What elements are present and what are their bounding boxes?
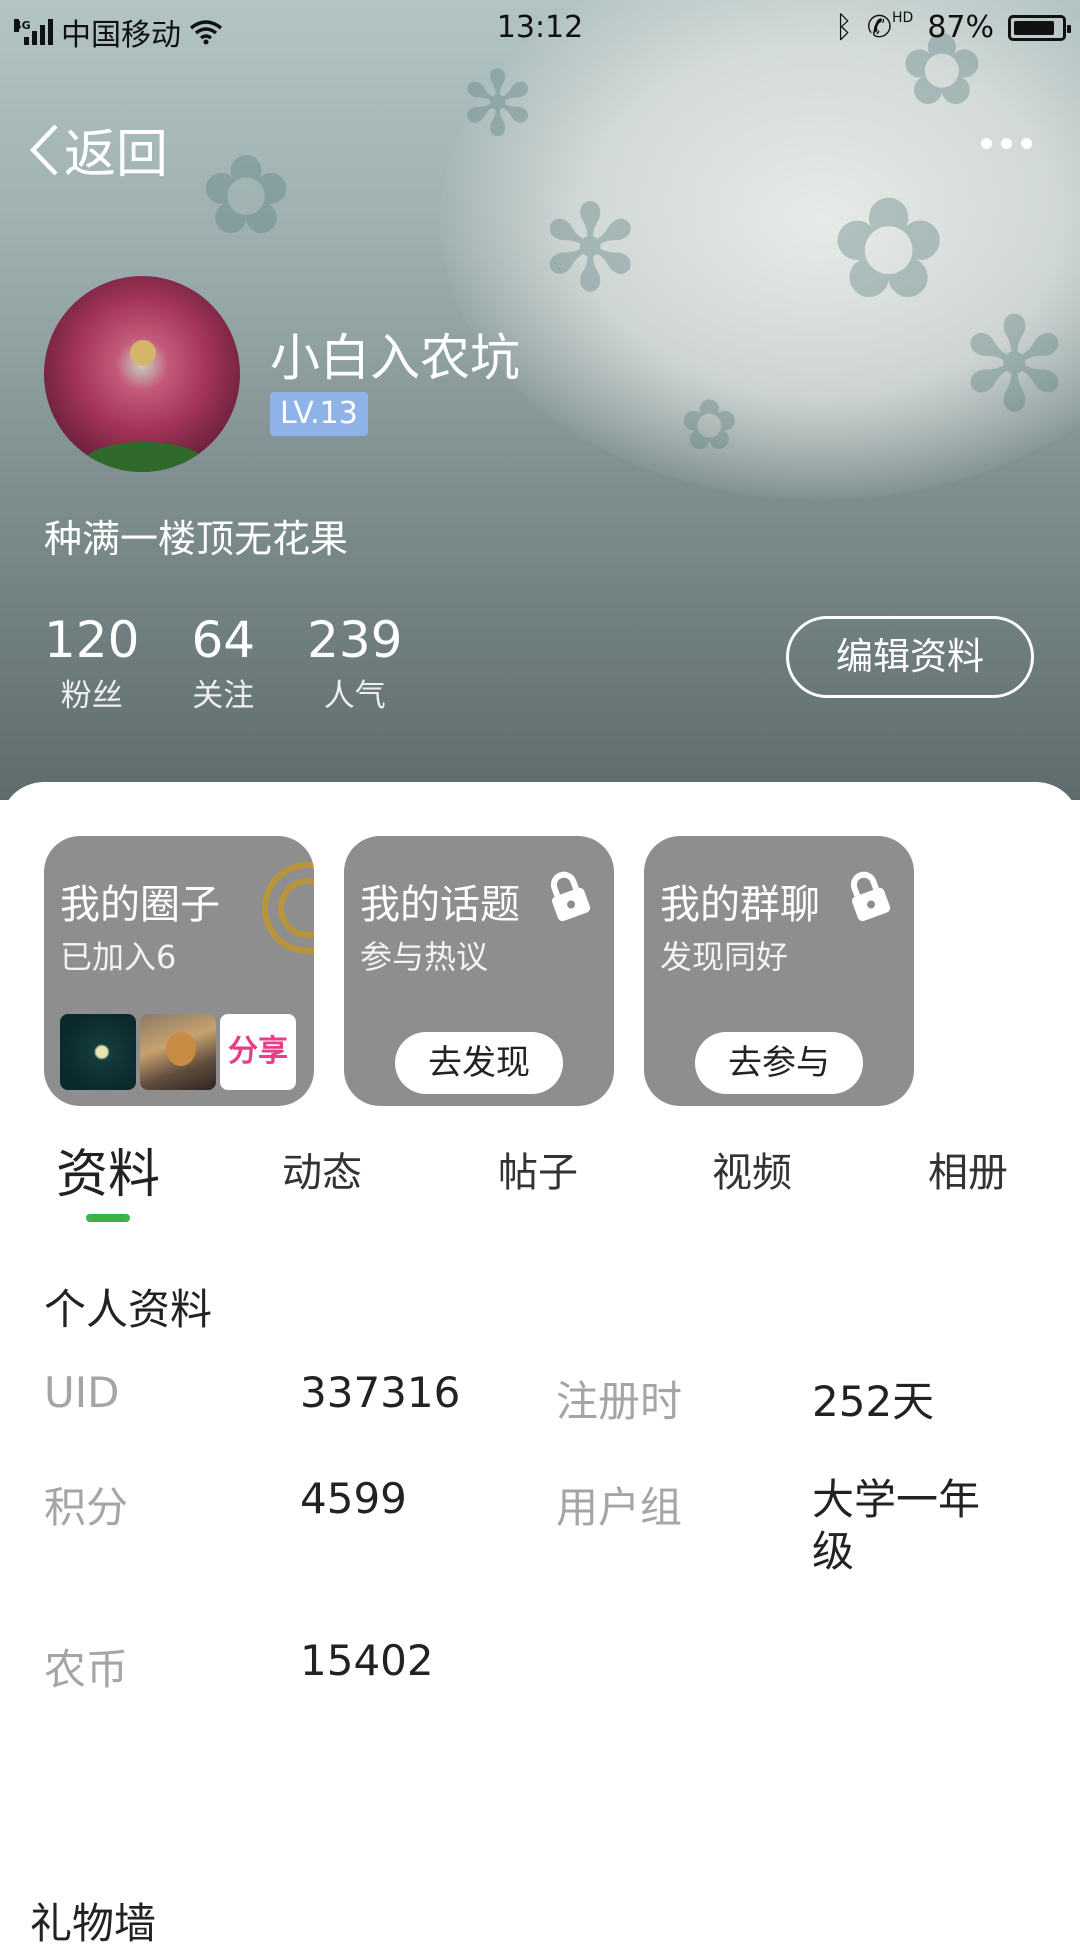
- active-tab-indicator: [86, 1214, 130, 1222]
- flower-pattern-icon: ✻: [460, 52, 536, 157]
- flower-pattern-icon: ✿: [680, 384, 739, 466]
- info-value: 337316: [300, 1368, 461, 1417]
- tab-album[interactable]: 相册: [928, 1140, 1008, 1198]
- circle-thumbnail[interactable]: [140, 1014, 216, 1090]
- stat-number: 120: [44, 611, 140, 669]
- info-label: 积分: [44, 1483, 129, 1532]
- circle-thumbnail[interactable]: [60, 1014, 136, 1090]
- profile-tabs: 资料 动态 帖子 视频 相册: [0, 1140, 1080, 1222]
- card-subtitle: 已加入6: [60, 938, 177, 976]
- back-label: 返回: [64, 125, 169, 185]
- stat-following[interactable]: 64 关注: [191, 612, 255, 715]
- info-value: 252天: [812, 1377, 935, 1426]
- edit-profile-button[interactable]: 编辑资料: [786, 616, 1034, 698]
- lock-icon: [550, 871, 591, 922]
- flower-pattern-icon: ✿: [830, 168, 948, 331]
- circle-thumbnails: 分享: [60, 1014, 296, 1090]
- stat-popularity[interactable]: 239 人气: [307, 612, 402, 715]
- status-bar: 4G 中国移动 13:12 ᛒ ✆ HD 87%: [0, 0, 1080, 58]
- circle-thumbnail[interactable]: 分享: [220, 1014, 296, 1090]
- tab-posts[interactable]: 帖子: [498, 1140, 578, 1198]
- stat-number: 239: [307, 611, 403, 669]
- level-badge: LV.13: [270, 392, 368, 436]
- gift-wall-title: 礼物墙: [30, 1899, 157, 1948]
- card-my-groups[interactable]: 我的群聊 发现同好 去参与: [644, 836, 914, 1106]
- battery-icon: [1008, 14, 1071, 41]
- card-title: 我的圈子: [60, 882, 220, 928]
- user-name: 小白入农坑: [270, 329, 520, 387]
- stat-label: 关注: [192, 678, 255, 714]
- info-value: 15402: [300, 1636, 434, 1685]
- tab-profile[interactable]: 资料: [56, 1132, 160, 1207]
- bluetooth-icon: ᛒ: [834, 10, 853, 45]
- flower-pattern-icon: ✻: [960, 289, 1069, 441]
- battery-percent: 87%: [927, 10, 994, 45]
- back-button[interactable]: 返回: [28, 112, 168, 187]
- info-value: 大学一年级: [812, 1475, 981, 1576]
- info-value: 4599: [300, 1474, 407, 1523]
- more-button[interactable]: [981, 138, 1032, 149]
- user-bio: 种满一楼顶无花果: [44, 517, 349, 561]
- battery-fill: [1014, 20, 1055, 35]
- info-label: 用户组: [556, 1483, 683, 1532]
- status-right: ᛒ ✆ HD 87%: [834, 10, 1071, 45]
- join-button[interactable]: 去参与: [695, 1032, 863, 1094]
- stat-label: 人气: [323, 678, 386, 714]
- flower-pattern-icon: ✻: [540, 180, 641, 319]
- card-my-circles[interactable]: 我的圈子 已加入6 分享: [44, 836, 314, 1106]
- info-label: 注册时: [556, 1377, 683, 1426]
- circle-ring-icon: [262, 862, 314, 954]
- chevron-left-icon: [29, 123, 58, 176]
- discover-button[interactable]: 去发现: [395, 1032, 563, 1094]
- card-subtitle: 发现同好: [660, 938, 789, 976]
- card-my-topics[interactable]: 我的话题 参与热议 去发现: [344, 836, 614, 1106]
- card-title: 我的群聊: [660, 882, 820, 928]
- tab-activity[interactable]: 动态: [282, 1140, 362, 1198]
- hd-label: HD: [892, 10, 914, 26]
- section-title: 个人资料: [44, 1285, 213, 1334]
- info-label: UID: [44, 1368, 120, 1417]
- info-label: 农币: [44, 1645, 129, 1694]
- stats-row: 120 粉丝 64 关注 239 人气: [44, 612, 403, 715]
- tab-videos[interactable]: 视频: [712, 1140, 792, 1198]
- thumbnail-text: 分享: [228, 1034, 288, 1069]
- card-title: 我的话题: [360, 882, 520, 928]
- feature-cards: 我的圈子 已加入6 分享 我的话题 参与热议 去发现 我的群聊 发现同好 去参与: [44, 836, 914, 1106]
- flower-pattern-icon: ✿: [200, 131, 293, 259]
- stat-label: 粉丝: [60, 678, 123, 714]
- avatar-detail: [84, 442, 204, 472]
- stat-number: 64: [191, 611, 256, 669]
- avatar[interactable]: [44, 276, 240, 472]
- hd-call-icon: ✆ HD: [866, 10, 914, 45]
- lock-icon: [850, 871, 891, 922]
- avatar-detail: [130, 340, 156, 366]
- stat-fans[interactable]: 120 粉丝: [44, 612, 139, 715]
- card-subtitle: 参与热议: [360, 938, 489, 976]
